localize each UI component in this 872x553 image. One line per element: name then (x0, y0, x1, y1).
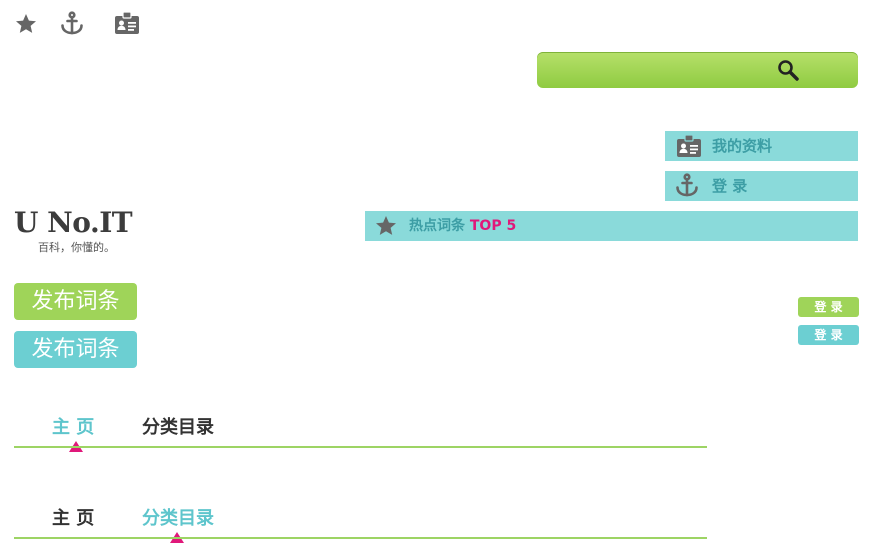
my-profile-link[interactable]: 我的资料 (665, 131, 858, 161)
login-button-green[interactable]: 登 录 (798, 297, 859, 317)
nav-divider (14, 446, 707, 448)
star-icon (376, 216, 396, 235)
login-link[interactable]: 登 录 (665, 171, 858, 201)
id-card-icon (677, 134, 701, 157)
my-profile-label: 我的资料 (712, 137, 773, 155)
nav-divider (14, 537, 707, 539)
publish-entry-button-teal[interactable]: 发布词条 (14, 331, 137, 368)
search-bar[interactable] (537, 52, 858, 88)
hot-terms-top: TOP 5 (469, 218, 517, 234)
publish-entry-button-green[interactable]: 发布词条 (14, 283, 137, 320)
tab-home[interactable]: 主 页 (52, 416, 94, 440)
anchor-icon[interactable] (59, 11, 85, 37)
tab-categories[interactable]: 分类目录 (142, 416, 214, 440)
id-card-icon[interactable] (114, 11, 140, 35)
site-logo[interactable]: U No.IT (14, 206, 133, 239)
login-button-teal[interactable]: 登 录 (798, 325, 859, 345)
search-icon[interactable] (776, 58, 800, 82)
star-icon[interactable] (14, 12, 38, 36)
login-label: 登 录 (712, 177, 748, 195)
tab-categories[interactable]: 分类目录 (142, 507, 214, 531)
tab-home[interactable]: 主 页 (52, 507, 94, 531)
site-tagline: 百科，你懂的。 (38, 241, 115, 254)
anchor-icon (676, 173, 698, 197)
hot-terms-prefix: 热点词条 (409, 218, 465, 234)
hot-terms-bar[interactable]: 热点词条 TOP 5 (365, 211, 858, 241)
hot-terms-label: 热点词条 TOP 5 (409, 211, 516, 241)
